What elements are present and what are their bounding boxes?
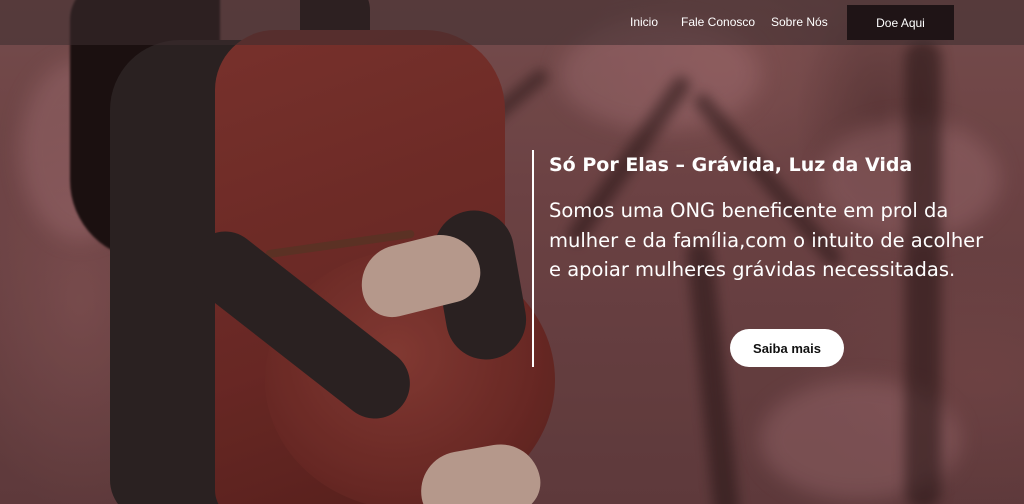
hero-section: Inicio Fale Conosco Sobre Nós Doe Aqui S… — [0, 0, 1024, 504]
learn-more-button[interactable]: Saiba mais — [730, 329, 844, 367]
hero-description: Somos uma ONG beneficente em prol da mul… — [549, 199, 984, 281]
nav-link-fale-conosco[interactable]: Fale Conosco — [681, 15, 755, 29]
top-navbar: Inicio Fale Conosco Sobre Nós Doe Aqui — [0, 0, 1024, 45]
nav-link-sobre-nos[interactable]: Sobre Nós — [771, 15, 828, 29]
vertical-divider — [532, 150, 534, 367]
hero-title: Só Por Elas – Grávida, Luz da Vida — [549, 154, 913, 176]
nav-link-inicio[interactable]: Inicio — [630, 15, 658, 29]
donate-button[interactable]: Doe Aqui — [847, 5, 954, 40]
